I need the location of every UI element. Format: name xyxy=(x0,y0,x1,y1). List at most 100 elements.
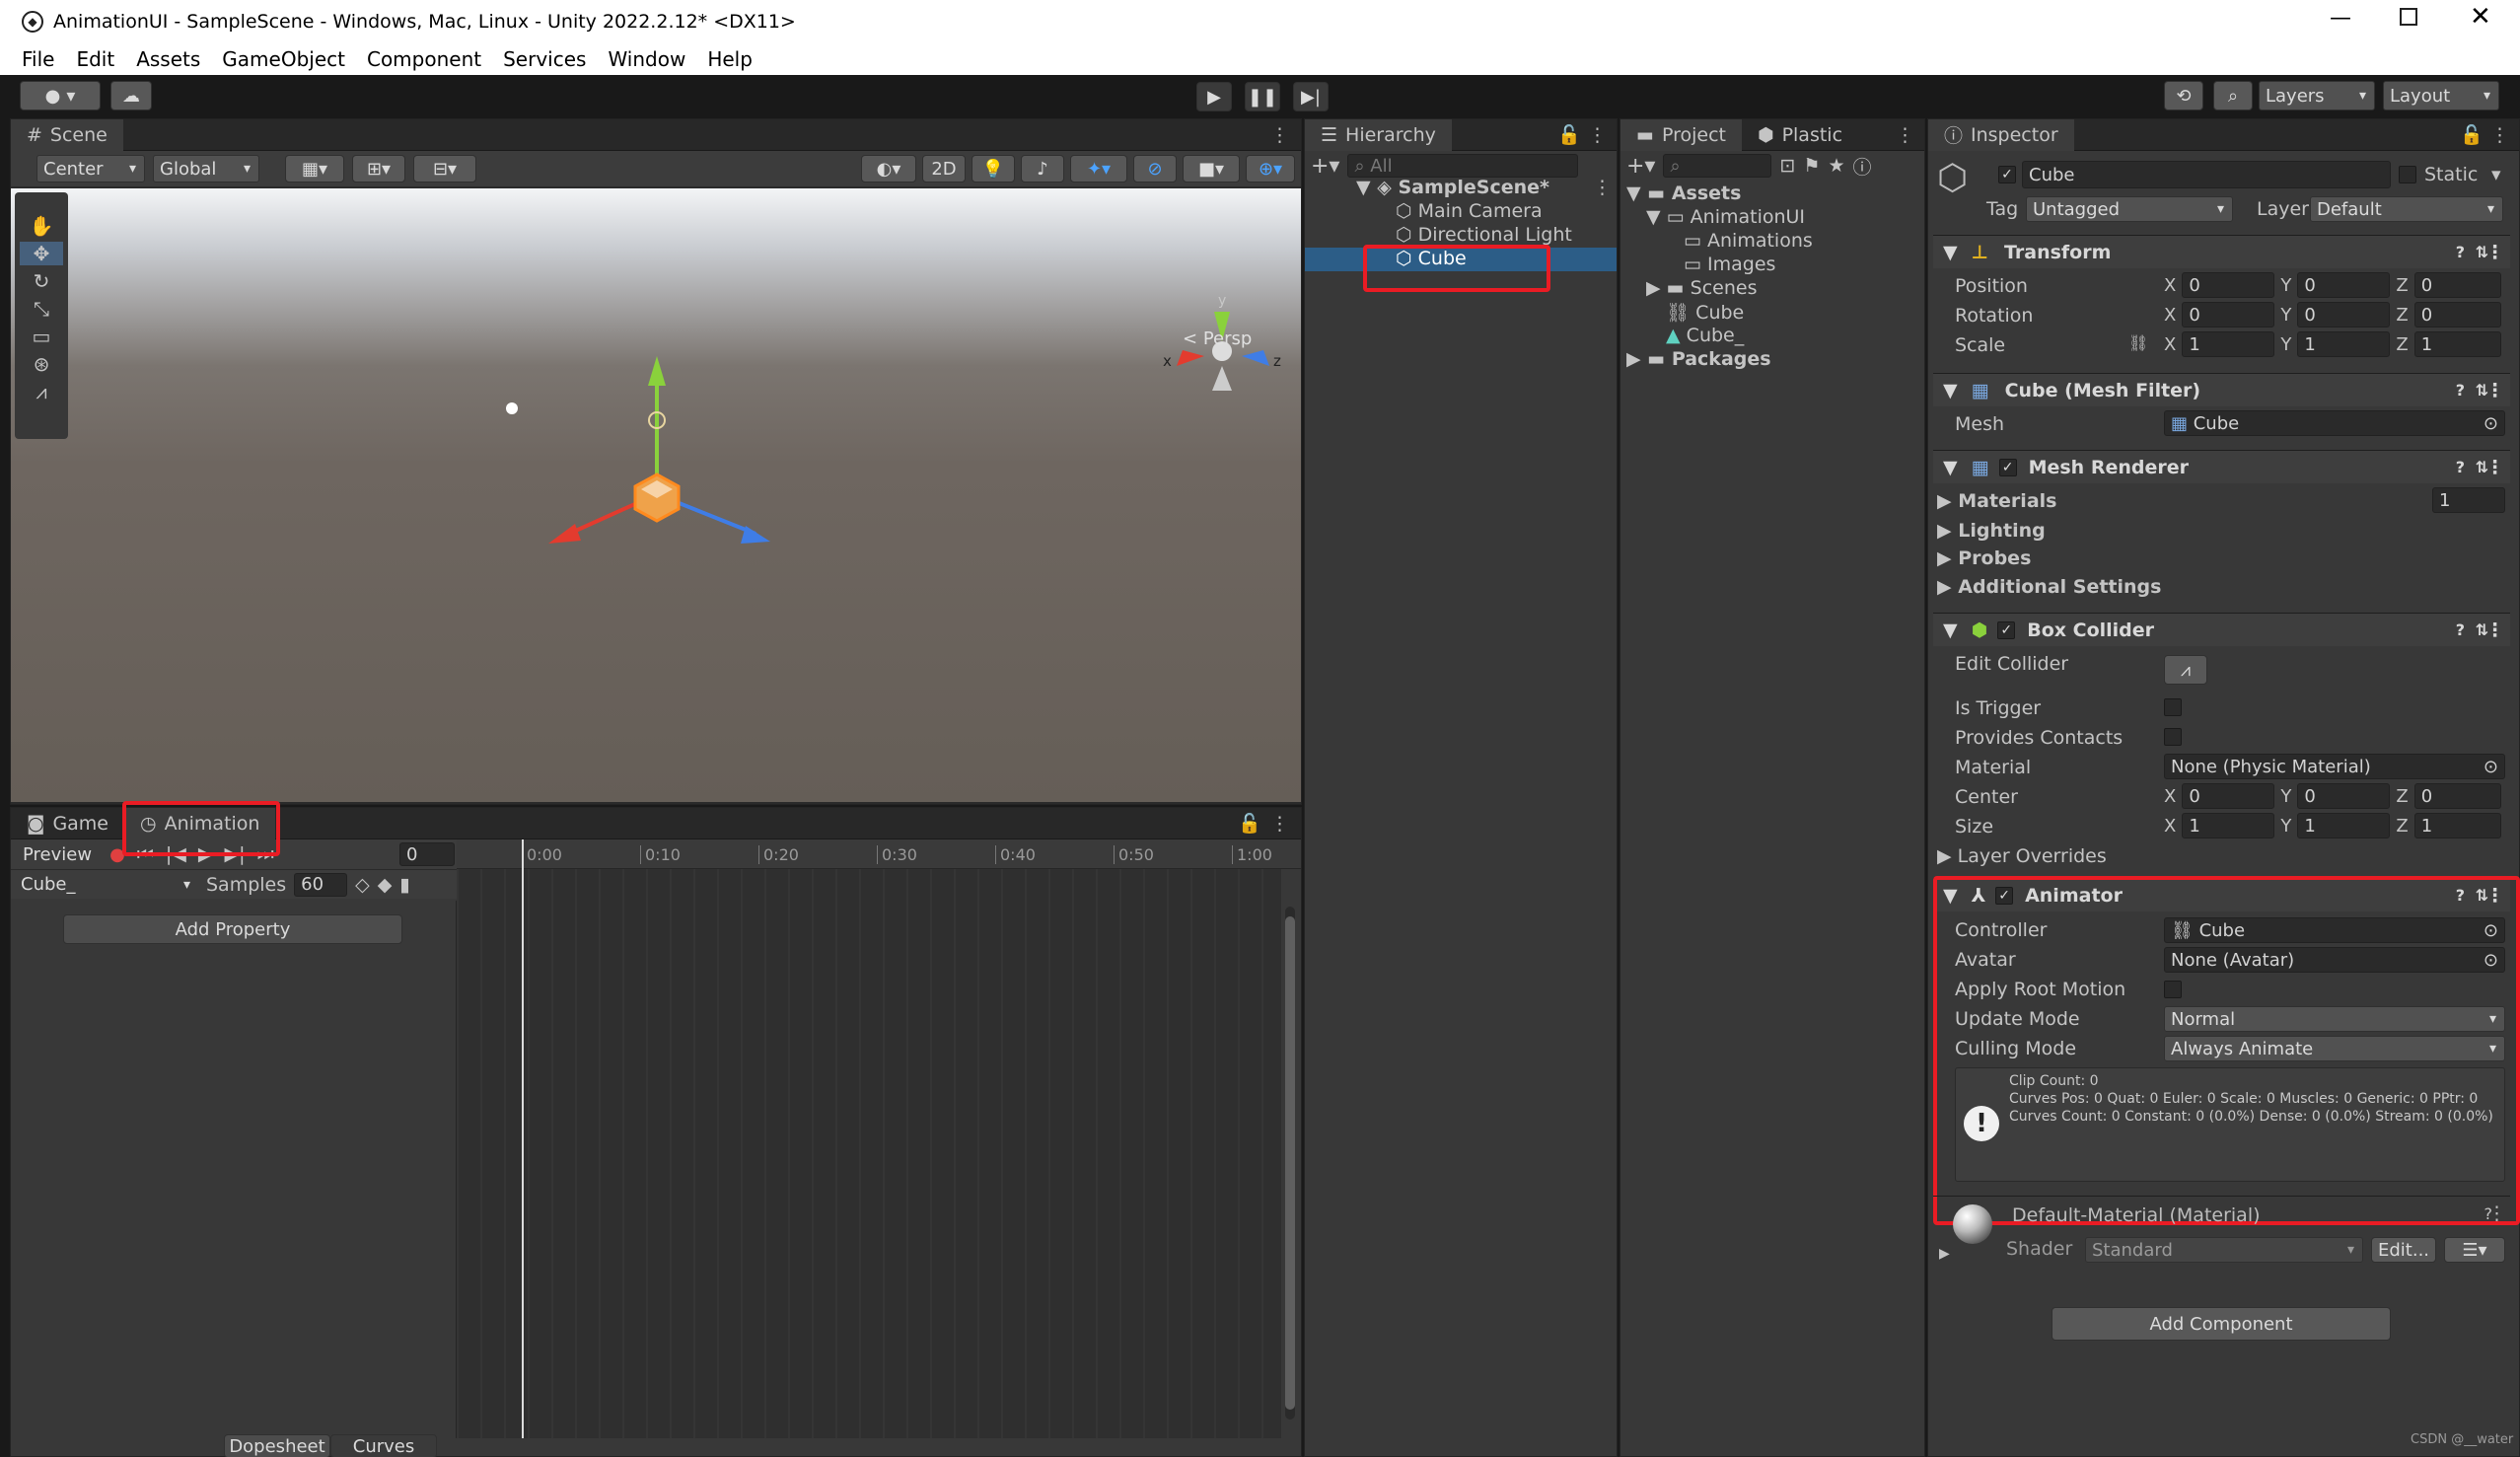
account-button[interactable]: ● ▾ xyxy=(20,81,101,110)
effects-dropdown[interactable]: ✦▾ xyxy=(1070,155,1127,182)
menu-edit[interactable]: Edit xyxy=(76,47,114,71)
lighting-toggle[interactable]: 💡 xyxy=(972,155,1015,182)
menu-services[interactable]: Services xyxy=(503,47,586,71)
step-button[interactable]: ▶| xyxy=(1293,82,1329,111)
playhead[interactable] xyxy=(522,839,524,1438)
hierarchy-lock-icon[interactable]: 🔓 xyxy=(1557,123,1581,146)
inspector-menu-icon[interactable]: ⋮ xyxy=(2490,124,2509,146)
mesh-renderer-header[interactable]: ▼ ▦ ✓ Mesh Renderer ? ⇅ ⋮ xyxy=(1933,450,2510,483)
position-x[interactable]: 0 xyxy=(2182,272,2275,298)
scale-z[interactable]: 1 xyxy=(2413,331,2501,357)
info-icon[interactable]: ⓘ xyxy=(1853,153,1872,180)
layers-dropdown[interactable]: Layers xyxy=(2259,81,2375,110)
transform-header[interactable]: ▼ ⊥ Transform ? ⇅ ⋮ xyxy=(1933,235,2510,268)
project-scenes[interactable]: ▶ ▬ Scenes xyxy=(1646,277,1757,299)
x-axis-arrow[interactable] xyxy=(548,524,581,544)
additional-settings-foldout[interactable]: ▶ Additional Settings xyxy=(1937,576,2161,598)
cloud-button[interactable]: ☁ xyxy=(110,81,152,110)
y-axis-arrow[interactable] xyxy=(648,356,666,386)
component-menu-icon[interactable]: ⋮ xyxy=(2487,1202,2506,1224)
project-cube-controller[interactable]: ⛓ Cube xyxy=(1666,301,1744,324)
mesh-field[interactable]: ▦ Cube ⊙ xyxy=(2164,410,2505,436)
project-assets[interactable]: ▼ ▬ Assets xyxy=(1626,182,1741,204)
camera-icon[interactable] xyxy=(506,402,518,414)
materials-foldout[interactable]: ▶ Materials xyxy=(1937,490,2056,512)
audio-toggle[interactable]: ♪ xyxy=(1021,155,1064,182)
tag-dropdown[interactable]: Untagged xyxy=(2026,196,2233,222)
clip-dropdown[interactable]: Cube_ xyxy=(15,871,198,898)
favorite-icon[interactable]: ★ xyxy=(1828,155,1844,177)
filter-label-icon[interactable]: ⚑ xyxy=(1803,155,1820,177)
inspector-lock-icon[interactable]: 🔓 xyxy=(2460,123,2484,146)
layer-overrides-foldout[interactable]: ▶ Layer Overrides xyxy=(1937,845,2107,867)
object-name-field[interactable]: Cube xyxy=(2022,161,2391,188)
mesh-filter-header[interactable]: ▼ ▦ Cube (Mesh Filter) ? ⇅ ⋮ xyxy=(1933,373,2510,406)
component-menu-icon[interactable]: ⋮ xyxy=(2485,380,2504,401)
tab-project[interactable]: ▬ Project xyxy=(1620,118,1742,151)
box-collider-enabled-checkbox[interactable]: ✓ xyxy=(1997,620,2016,639)
add-component-button[interactable]: Add Component xyxy=(2052,1307,2391,1341)
play-button[interactable]: ▶ xyxy=(1196,82,1232,111)
hierarchy-menu-icon[interactable]: ⋮ xyxy=(1588,124,1607,146)
rotation-y[interactable]: 0 xyxy=(2297,302,2391,328)
space-dropdown[interactable]: Global xyxy=(153,155,259,182)
tab-dopesheet[interactable]: Dopesheet xyxy=(224,1434,330,1457)
position-y[interactable]: 0 xyxy=(2297,272,2391,298)
shader-edit-button[interactable]: Edit... xyxy=(2371,1237,2436,1263)
collider-material-field[interactable]: None (Physic Material) ⊙ xyxy=(2164,754,2505,779)
size-z[interactable]: 1 xyxy=(2413,813,2501,838)
layer-dropdown[interactable]: Default xyxy=(2310,196,2503,222)
minimize-button[interactable]: — xyxy=(2330,6,2351,31)
timeline-scrollbar[interactable] xyxy=(1285,907,1295,1420)
samples-field[interactable]: 60 xyxy=(294,872,348,897)
scene-menu-icon[interactable]: ⋮ xyxy=(1270,124,1289,146)
scene-row-menu-icon[interactable]: ⋮ xyxy=(1593,177,1612,198)
project-search-input[interactable]: ⌕ xyxy=(1663,154,1772,178)
maximize-button[interactable] xyxy=(2400,8,2417,26)
menu-window[interactable]: Window xyxy=(608,47,685,71)
lighting-foldout[interactable]: ▶ Lighting xyxy=(1937,520,2046,542)
hierarchy-scene-row[interactable]: ▼ ◈ SampleScene* xyxy=(1356,177,1549,198)
persp-label[interactable]: < Persp xyxy=(1183,328,1252,349)
component-menu-icon[interactable]: ⋮ xyxy=(2485,619,2504,641)
gizmos-dropdown[interactable]: ⊕▾ xyxy=(1246,155,1295,182)
camera-dropdown[interactable]: ■▾ xyxy=(1183,155,1240,182)
animation-menu-icon[interactable]: ⋮ xyxy=(1270,813,1289,835)
menu-help[interactable]: Help xyxy=(707,47,753,71)
close-button[interactable]: ✕ xyxy=(2470,2,2491,32)
center-y[interactable]: 0 xyxy=(2297,783,2391,809)
center-z[interactable]: 0 xyxy=(2413,783,2501,809)
visibility-toggle[interactable]: ⊘ xyxy=(1133,155,1177,182)
z-axis-arrow[interactable] xyxy=(741,526,770,544)
mesh-renderer-enabled-checkbox[interactable]: ✓ xyxy=(1998,458,2017,476)
rotation-x[interactable]: 0 xyxy=(2182,302,2275,328)
position-z[interactable]: 0 xyxy=(2413,272,2501,298)
add-keyframe-icon[interactable]: ◇ xyxy=(355,874,370,896)
timeline-ruler[interactable]: 0:00 0:10 0:20 0:30 0:40 0:50 1:00 xyxy=(457,839,1301,869)
event-marker-icon[interactable]: ▮ xyxy=(399,874,409,896)
component-menu-icon[interactable]: ⋮ xyxy=(2485,457,2504,478)
shader-dropdown[interactable]: Standard xyxy=(2085,1237,2363,1263)
menu-assets[interactable]: Assets xyxy=(136,47,200,71)
hierarchy-search-input[interactable]: ⌕ All xyxy=(1347,154,1579,178)
project-packages[interactable]: ▶ ▬ Packages xyxy=(1626,348,1771,370)
grid-snap-button[interactable]: ⊞▾ xyxy=(352,155,405,182)
scene-viewport[interactable]: ✋ ✥ ↻ ⤡ ▭ ⊛ ⩘ y x z < Persp xyxy=(11,188,1301,802)
static-checkbox[interactable] xyxy=(2399,166,2416,183)
rotation-z[interactable]: 0 xyxy=(2413,302,2501,328)
project-animations[interactable]: ▭ Animations xyxy=(1684,230,1813,252)
2d-toggle[interactable]: 2D xyxy=(922,155,966,182)
layout-dropdown[interactable]: Layout xyxy=(2383,81,2499,110)
active-checkbox[interactable]: ✓ xyxy=(1998,166,2016,183)
tab-plastic[interactable]: ⬢ Plastic xyxy=(1742,119,1858,151)
project-menu-icon[interactable]: ⋮ xyxy=(1896,124,1914,146)
snap-button[interactable]: ▦▾ xyxy=(285,155,344,182)
menu-component[interactable]: Component xyxy=(367,47,481,71)
is-trigger-checkbox[interactable] xyxy=(2164,698,2182,716)
dopesheet-area[interactable] xyxy=(457,839,1281,1438)
edit-collider-button[interactable]: ⩘ xyxy=(2164,655,2207,685)
orientation-gizmo[interactable] xyxy=(1177,312,1269,391)
materials-count-field[interactable]: 1 xyxy=(2432,487,2505,513)
scale-y[interactable]: 1 xyxy=(2297,331,2391,357)
object-picker-icon[interactable]: ⊙ xyxy=(2484,413,2498,434)
